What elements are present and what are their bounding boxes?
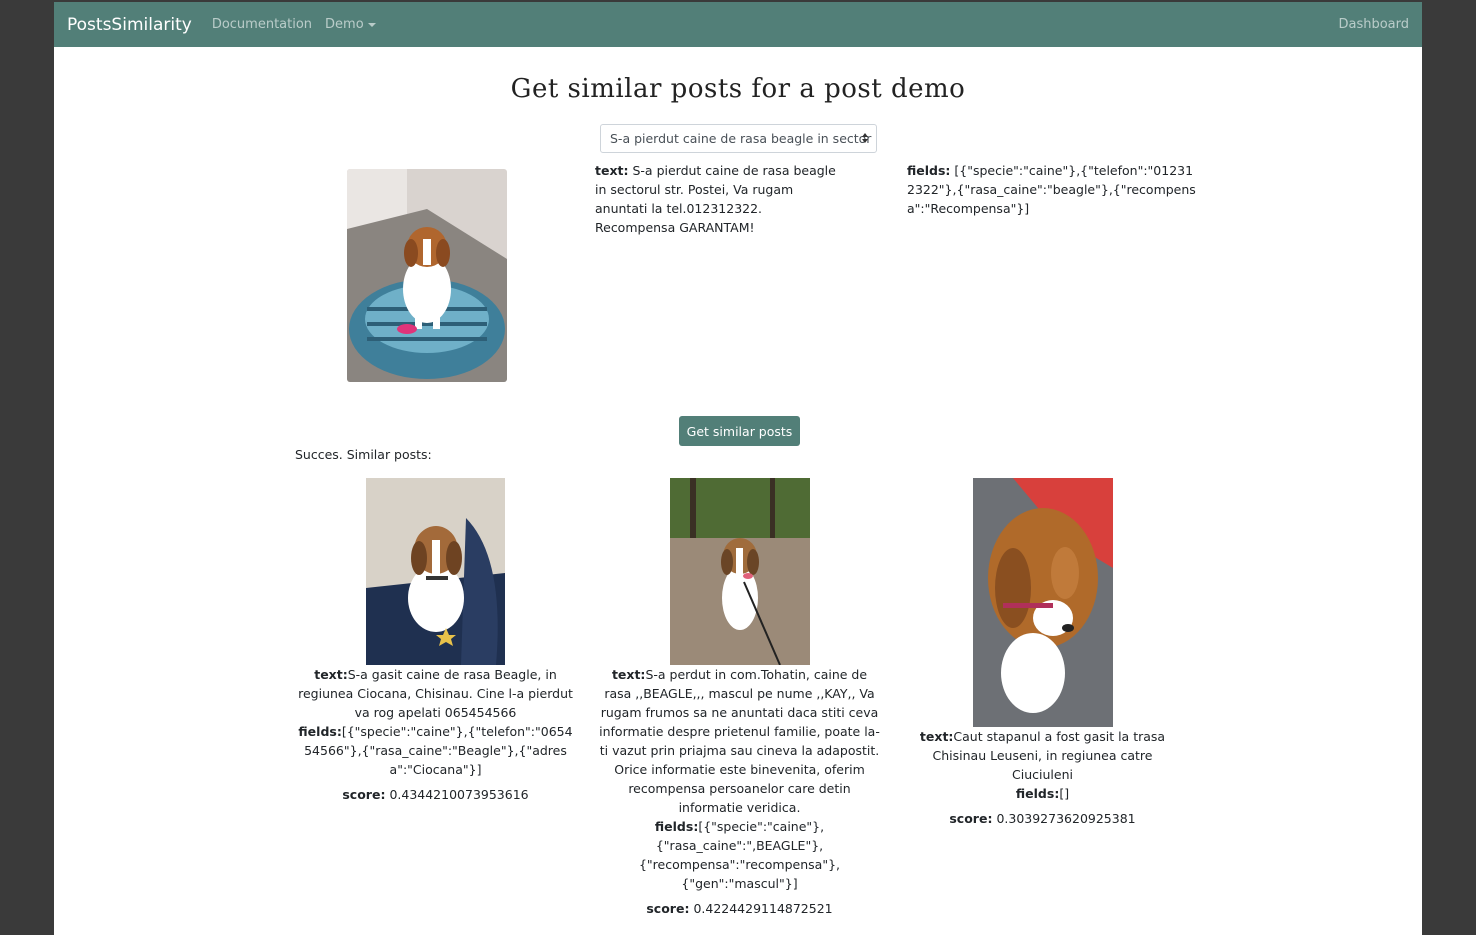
query-fields-value: [{"specie":"caine"},{"telefon":"01231232…: [907, 163, 1196, 216]
result-text: text:S-a perdut in com.Tohatin, caine de…: [599, 665, 880, 817]
post-select-value: S-a pierdut caine de rasa beagle in sect…: [610, 131, 872, 146]
result-text-label: text:: [611, 667, 646, 682]
result-fields-value: [{"specie":"caine"},{"telefon":"06545456…: [304, 724, 573, 777]
result-score: score: 0.3039273620925381: [902, 809, 1183, 828]
caret-down-icon: [367, 22, 376, 27]
query-post-text: text: S-a pierdut caine de rasa beagle i…: [595, 161, 845, 237]
nav-dashboard[interactable]: Dashboard: [1338, 17, 1409, 32]
result-score-label: score:: [949, 811, 993, 826]
result-fields-label: fields:: [654, 819, 699, 834]
result-score-value: 0.3039273620925381: [996, 811, 1136, 826]
beagle-photo-result-1: [366, 478, 505, 665]
result-fields-value: []: [1059, 786, 1070, 801]
result-score-value: 0.4344210073953616: [389, 787, 529, 802]
result-score-label: score:: [342, 787, 386, 802]
result-card: text:S-a gasit caine de rasa Beagle, in …: [295, 478, 576, 804]
navbar-brand[interactable]: PostsSimilarity: [67, 15, 192, 35]
result-fields-label: fields:: [1015, 786, 1060, 801]
beagle-photo-result-3: [972, 478, 1113, 727]
result-text-value: Caut stapanul a fost gasit la trasa Chis…: [932, 729, 1166, 782]
page-title: Get similar posts for a post demo: [510, 74, 966, 104]
result-text: text:Caut stapanul a fost gasit la trasa…: [902, 727, 1183, 784]
query-text-label: text:: [595, 163, 629, 178]
result-image: [366, 478, 505, 665]
query-post-fields: fields: [{"specie":"caine"},{"telefon":"…: [907, 161, 1197, 218]
navbar: PostsSimilarity Documentation Demo Dashb…: [54, 2, 1422, 47]
result-score: score: 0.4224429114872521: [599, 899, 880, 918]
get-similar-posts-button[interactable]: Get similar posts: [679, 416, 800, 446]
result-score-label: score:: [646, 901, 690, 916]
status-message: Succes. Similar posts:: [295, 447, 432, 462]
result-text-value: S-a perdut in com.Tohatin, caine de rasa…: [599, 667, 880, 815]
result-fields: fields:[{"specie":"caine"},{"telefon":"0…: [295, 722, 576, 779]
result-image: [669, 478, 810, 665]
beagle-photo-result-2: [669, 478, 810, 665]
query-post-image: [347, 169, 507, 382]
result-score: score: 0.4344210073953616: [295, 785, 576, 804]
page: PostsSimilarity Documentation Demo Dashb…: [54, 2, 1422, 935]
result-text: text:S-a gasit caine de rasa Beagle, in …: [295, 665, 576, 722]
select-arrows-icon: [862, 133, 868, 145]
beagle-photo-query: [347, 169, 507, 382]
result-image: [972, 478, 1113, 727]
result-fields: fields:[]: [902, 784, 1183, 803]
result-fields-label: fields:: [298, 724, 342, 739]
result-card: text:S-a perdut in com.Tohatin, caine de…: [599, 478, 880, 918]
result-score-value: 0.4224429114872521: [693, 901, 833, 916]
result-fields: fields:[{"specie":"caine"},{"rasa_caine"…: [599, 817, 880, 893]
query-text-value: S-a pierdut caine de rasa beagle in sect…: [595, 163, 836, 235]
result-text-label: text:: [314, 667, 348, 682]
result-card: text:Caut stapanul a fost gasit la trasa…: [902, 478, 1183, 828]
query-fields-label: fields:: [907, 163, 951, 178]
post-select[interactable]: S-a pierdut caine de rasa beagle in sect…: [600, 124, 877, 153]
nav-demo-dropdown[interactable]: Demo: [325, 17, 376, 32]
nav-documentation[interactable]: Documentation: [212, 17, 312, 32]
nav-demo-label: Demo: [325, 17, 364, 32]
result-text-label: text:: [919, 729, 954, 744]
